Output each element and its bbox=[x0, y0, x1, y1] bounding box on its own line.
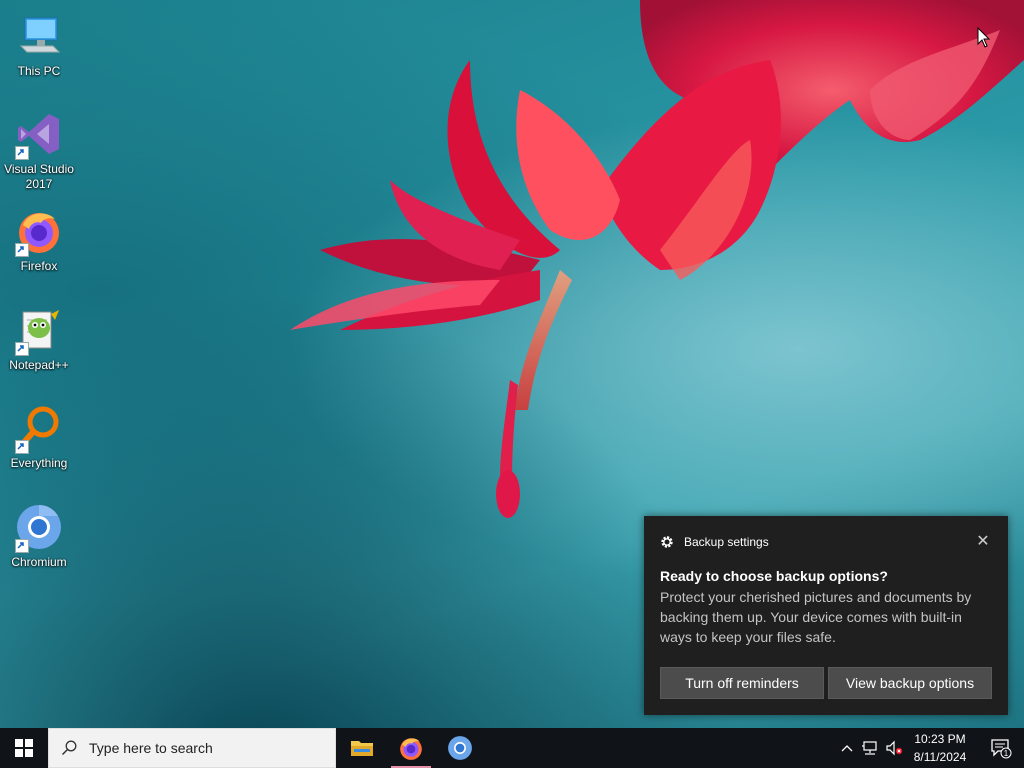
clock-date: 8/11/2024 bbox=[913, 750, 967, 764]
desktop-icon-label: Firefox bbox=[20, 259, 58, 273]
desktop-icon-visual-studio[interactable]: Visual Studio 2017 bbox=[2, 104, 76, 198]
toast-title: Ready to choose backup options? bbox=[660, 568, 888, 584]
network-icon bbox=[862, 741, 877, 755]
mouse-cursor-icon bbox=[977, 27, 991, 48]
start-button[interactable] bbox=[0, 728, 48, 768]
taskbar-firefox[interactable] bbox=[387, 728, 435, 768]
toast-app-name: Backup settings bbox=[684, 535, 769, 549]
chromium-icon bbox=[448, 736, 472, 760]
search-placeholder: Type here to search bbox=[89, 740, 213, 756]
backup-toast-notification: Backup settings ✕ Ready to choose backup… bbox=[644, 516, 1008, 715]
windows-logo-icon bbox=[15, 739, 33, 757]
shortcut-arrow-icon bbox=[15, 539, 29, 553]
desktop-icon-label: This PC bbox=[17, 64, 61, 78]
turn-off-reminders-button[interactable]: Turn off reminders bbox=[660, 667, 824, 699]
desktop-icon-label: Chromium bbox=[11, 555, 67, 569]
desktop-icon-this-pc[interactable]: This PC bbox=[2, 6, 76, 100]
everything-icon bbox=[15, 404, 63, 454]
this-pc-icon bbox=[15, 12, 63, 60]
toast-header: Backup settings bbox=[660, 535, 769, 549]
chevron-up-icon bbox=[841, 745, 853, 752]
desktop-icon-label: Visual Studio 2017 bbox=[4, 162, 74, 191]
close-icon[interactable]: ✕ bbox=[976, 533, 990, 550]
gear-icon bbox=[661, 536, 673, 548]
visual-studio-icon bbox=[15, 110, 63, 160]
taskbar: Type here to search 10:23 PM 8/11/2024 1 bbox=[0, 728, 1024, 768]
taskbar-clock[interactable]: 10:23 PM 8/11/2024 bbox=[904, 730, 976, 766]
notification-count: 1 bbox=[1004, 749, 1009, 758]
firefox-icon bbox=[400, 738, 422, 760]
shortcut-arrow-icon bbox=[15, 243, 29, 257]
desktop-icon-chromium[interactable]: Chromium bbox=[2, 497, 76, 591]
shortcut-arrow-icon bbox=[15, 342, 29, 356]
firefox-icon bbox=[15, 207, 63, 257]
file-explorer-icon bbox=[351, 741, 373, 756]
desktop-icon-everything[interactable]: Everything bbox=[2, 398, 76, 492]
show-hidden-icons-chevron[interactable] bbox=[838, 728, 856, 768]
desktop-icon-firefox[interactable]: Firefox bbox=[2, 201, 76, 295]
desktop-icon-label: Notepad++ bbox=[9, 358, 69, 372]
notification-icon: 1 bbox=[991, 739, 1012, 759]
taskbar-search-box[interactable]: Type here to search bbox=[48, 728, 336, 768]
shortcut-arrow-icon bbox=[15, 146, 29, 160]
taskbar-chromium[interactable] bbox=[436, 728, 484, 768]
desktop-icon-notepadpp[interactable]: Notepad++ bbox=[2, 300, 76, 394]
chromium-icon bbox=[15, 503, 63, 553]
shortcut-arrow-icon bbox=[15, 440, 29, 454]
notepadpp-icon bbox=[15, 306, 63, 356]
clock-time: 10:23 PM bbox=[914, 732, 966, 746]
volume-muted-icon bbox=[886, 740, 903, 756]
desktop: This PC Visual Studio 2017 Firefox Notep… bbox=[0, 0, 1024, 728]
view-backup-options-button[interactable]: View backup options bbox=[828, 667, 992, 699]
search-icon bbox=[61, 740, 77, 756]
toast-body: Protect your cherished pictures and docu… bbox=[660, 589, 972, 645]
volume-tray[interactable] bbox=[884, 728, 904, 768]
network-tray[interactable] bbox=[860, 728, 880, 768]
desktop-icon-label: Everything bbox=[10, 456, 68, 470]
taskbar-file-explorer[interactable] bbox=[338, 728, 386, 768]
action-center-button[interactable]: 1 bbox=[978, 728, 1024, 768]
